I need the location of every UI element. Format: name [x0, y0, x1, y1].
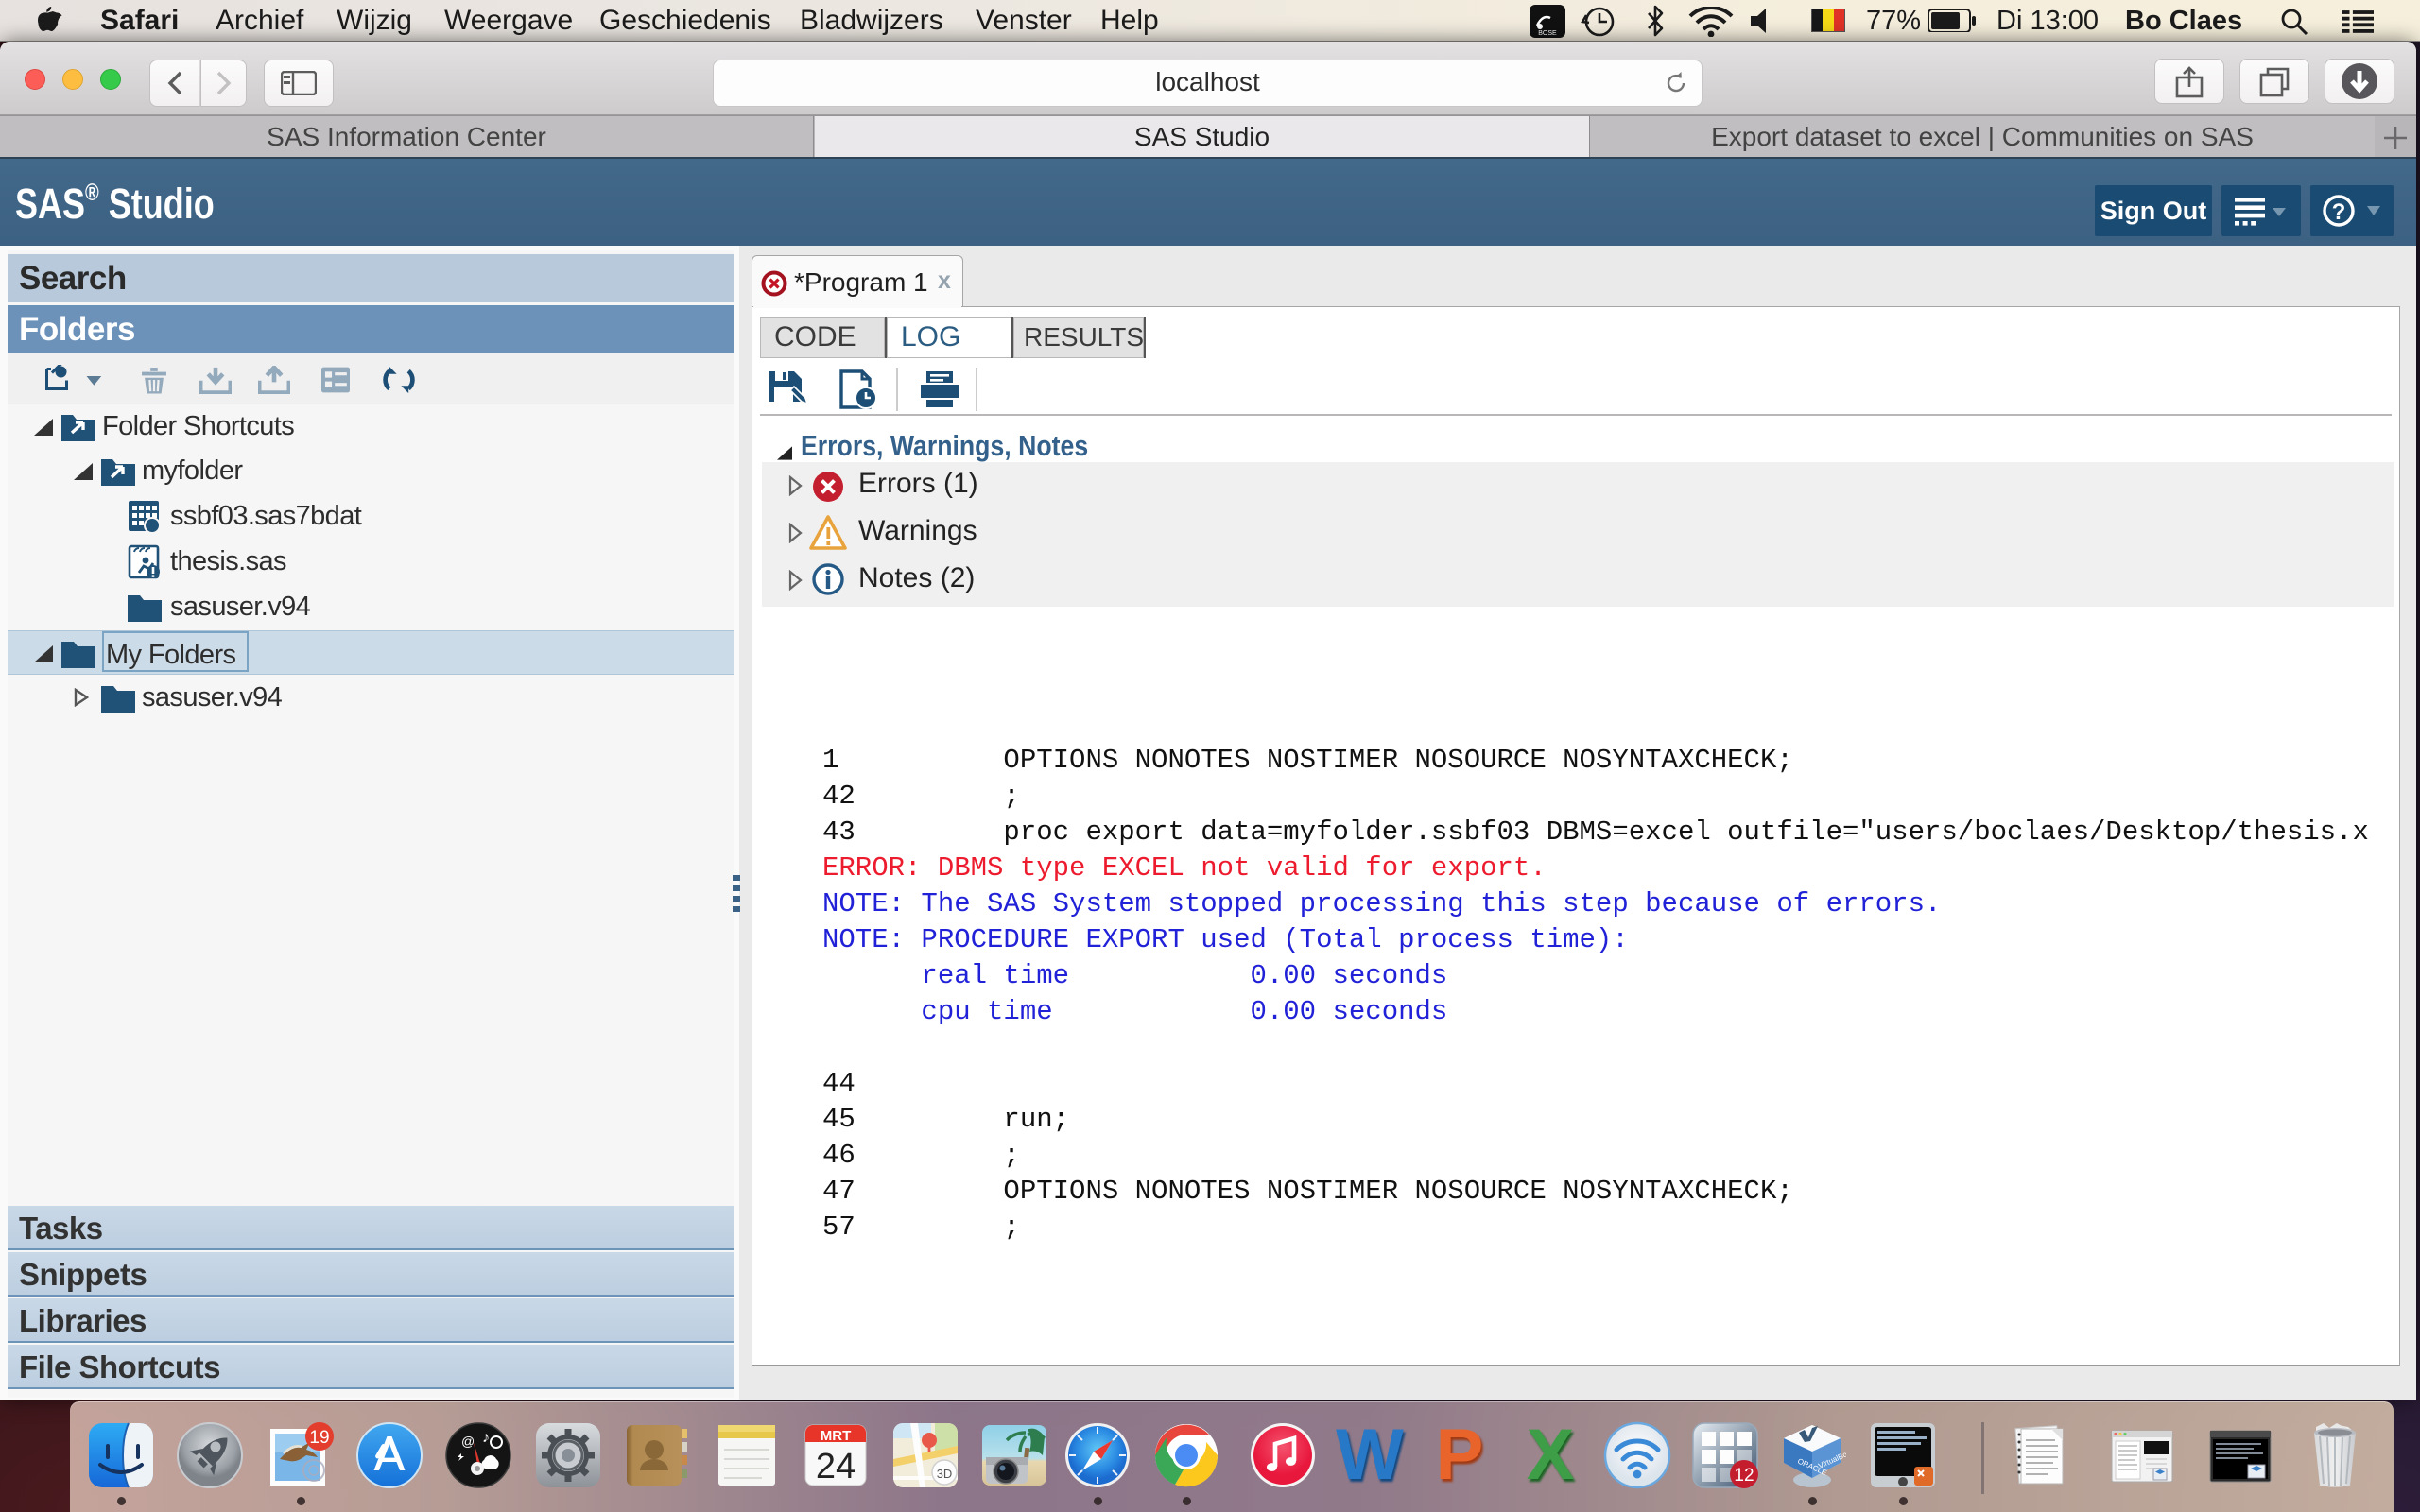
svg-text:♪: ♪ — [482, 1430, 490, 1446]
svg-text:24: 24 — [816, 1447, 856, 1486]
svg-text:BOSE: BOSE — [1538, 30, 1557, 37]
svg-text:3D: 3D — [937, 1467, 953, 1481]
svg-text:MRT: MRT — [821, 1428, 852, 1444]
svg-text:@: @ — [461, 1434, 475, 1449]
svg-text:?: ? — [2332, 199, 2346, 225]
svg-text:12: 12 — [1734, 1466, 1754, 1486]
svg-text:19: 19 — [309, 1428, 329, 1448]
